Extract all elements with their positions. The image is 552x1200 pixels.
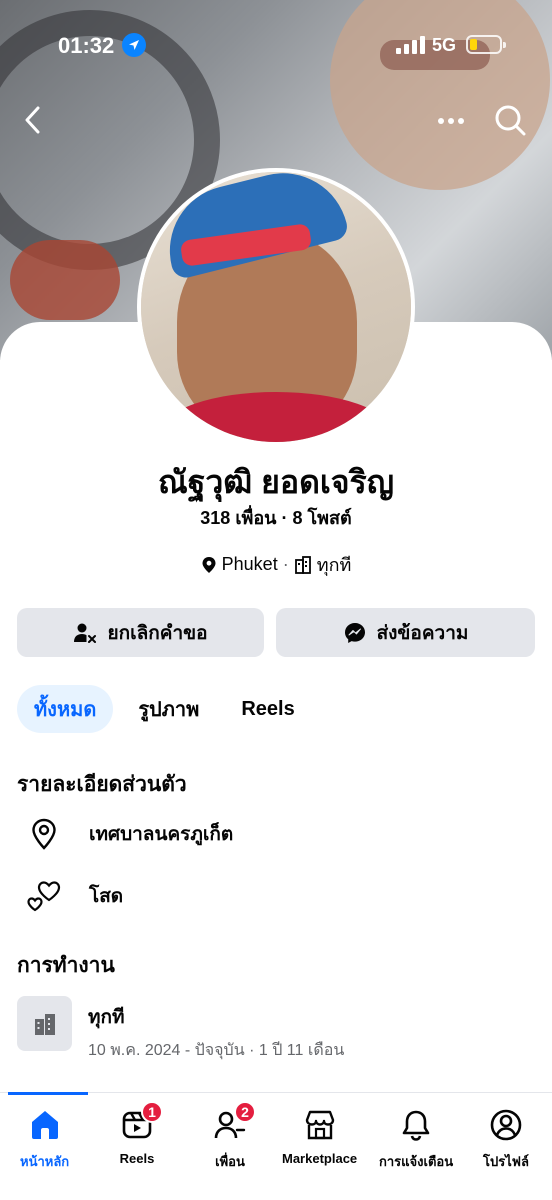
nav-reels-label: Reels (119, 1151, 155, 1166)
location-pin-icon (202, 556, 216, 573)
cancel-friend-request-button[interactable]: ยกเลิกคำขอ (17, 608, 264, 657)
nav-marketplace[interactable]: Marketplace (282, 1105, 357, 1166)
profile-meta: Phuket · ทุกที (0, 550, 552, 579)
tab-all[interactable]: ทั้งหมด (17, 685, 114, 733)
building-icon (294, 555, 311, 574)
reels-badge: 1 (141, 1101, 163, 1123)
cancel-request-label: ยกเลิกคำขอ (107, 622, 208, 644)
send-message-button[interactable]: ส่งข้อความ (276, 608, 535, 657)
nav-marketplace-label: Marketplace (282, 1151, 358, 1166)
chevron-left-icon (25, 106, 40, 134)
work-period: 10 พ.ค. 2024 - ปัจจุบัน · 1 ปี 11 เดือน (88, 1042, 345, 1059)
status-time: 01:32 (58, 33, 115, 58)
building-icon (17, 996, 72, 1051)
work-company: ทุกที (88, 1007, 125, 1028)
battery-icon (466, 35, 506, 54)
search-icon (495, 105, 526, 136)
reels-icon: 1 (115, 1101, 163, 1145)
nav-profile-label: โปรไฟล์ (483, 1154, 529, 1169)
detail-relationship: โสด (89, 886, 124, 907)
work-item[interactable]: ทุกที 10 พ.ค. 2024 - ปัจจุบัน · 1 ปี 11 … (17, 996, 344, 1063)
detail-relationship-row: โสด (24, 876, 123, 916)
nav-notifications[interactable]: การแจ้งเตือน (379, 1105, 453, 1172)
tab-photos[interactable]: รูปภาพ (121, 685, 216, 733)
network-type: 5G (432, 35, 457, 55)
personal-details-title: รายละเอียดส่วนตัว (17, 773, 187, 796)
friends-count[interactable]: 318 เพื่อน (200, 508, 276, 528)
back-button[interactable] (18, 102, 48, 138)
profile-avatar[interactable] (137, 168, 415, 446)
status-bar: 01:32 5G (0, 0, 552, 90)
posts-count: 8 โพสต์ (292, 508, 352, 528)
marketplace-icon (298, 1105, 342, 1145)
nav-friends[interactable]: 2 เพื่อน (208, 1101, 256, 1172)
signal-icon (396, 36, 425, 54)
nav-reels[interactable]: 1 Reels (115, 1101, 163, 1166)
search-button[interactable] (492, 102, 528, 138)
hearts-icon (24, 876, 64, 916)
more-options-button[interactable] (434, 108, 468, 134)
message-label: ส่งข้อความ (376, 622, 469, 644)
tab-reels[interactable]: Reels (224, 685, 311, 733)
location-pin-icon (24, 814, 64, 854)
nav-notifications-label: การแจ้งเตือน (379, 1154, 454, 1169)
profile-name: ณัฐวุฒิ ยอดเจริญ (158, 464, 394, 500)
friends-icon: 2 (208, 1101, 256, 1145)
detail-city-row: เทศบาลนครภูเก็ต (24, 814, 233, 854)
cover-watch (10, 240, 120, 320)
more-dots-icon (438, 118, 464, 124)
bottom-navigation: หน้าหลัก 1 Reels 2 เพื่อน Marketplace กา… (0, 1092, 552, 1200)
home-icon (23, 1105, 67, 1145)
active-tab-indicator (8, 1092, 88, 1095)
bell-icon (394, 1105, 438, 1145)
nav-friends-label: เพื่อน (215, 1154, 245, 1169)
nav-home-label: หน้าหลัก (20, 1154, 70, 1169)
profile-location: Phuket (221, 554, 278, 574)
messenger-icon (344, 622, 365, 643)
person-remove-icon (74, 623, 97, 643)
location-arrow-icon (122, 33, 146, 57)
profile-icon (484, 1105, 528, 1145)
work-title: การทำงาน (17, 954, 115, 977)
profile-tabs: ทั้งหมด รูปภาพ Reels (17, 685, 320, 733)
detail-city: เทศบาลนครภูเก็ต (89, 824, 234, 845)
profile-sheet (0, 322, 552, 1200)
nav-profile[interactable]: โปรไฟล์ (483, 1105, 529, 1172)
friends-badge: 2 (234, 1101, 256, 1123)
profile-stats: 318 เพื่อน · 8 โพสต์ (200, 508, 352, 528)
profile-workplace: ทุกที (316, 555, 352, 575)
nav-home[interactable]: หน้าหลัก (20, 1105, 69, 1172)
